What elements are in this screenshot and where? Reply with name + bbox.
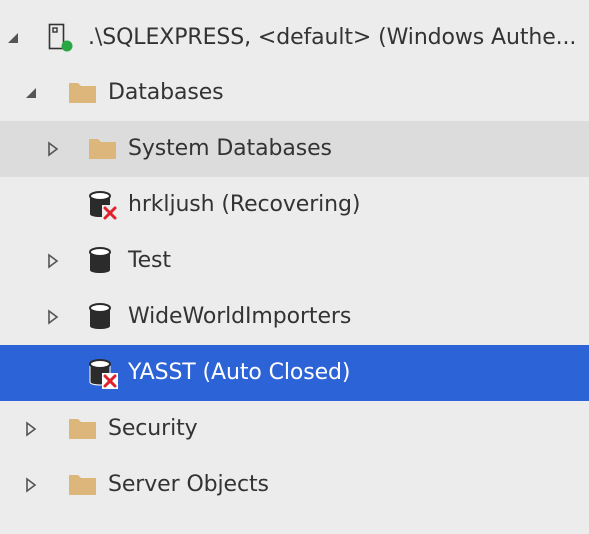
tree-item-server-objects[interactable]: Server Objects — [0, 457, 589, 513]
chevron-right-icon[interactable] — [22, 401, 40, 457]
database-icon — [88, 233, 122, 289]
tree-item-security[interactable]: Security — [0, 401, 589, 457]
tree-item-hrkljush[interactable]: hrkljush (Recovering) — [0, 177, 589, 233]
chevron-right-icon[interactable] — [44, 289, 62, 345]
server-connected-icon — [46, 10, 80, 66]
database-error-icon — [88, 345, 122, 401]
folder-icon — [68, 457, 102, 513]
tree-item-label: .\SQLEXPRESS, <default> (Windows Authe..… — [88, 25, 577, 50]
tree-item-label: System Databases — [128, 136, 332, 161]
database-error-icon — [88, 177, 122, 233]
tree-item-label: Databases — [108, 80, 224, 105]
tree-item-test[interactable]: Test — [0, 233, 589, 289]
tree-item-server[interactable]: .\SQLEXPRESS, <default> (Windows Authe..… — [0, 10, 589, 66]
chevron-down-icon[interactable] — [4, 10, 22, 66]
tree-item-databases[interactable]: Databases — [0, 65, 589, 121]
tree-item-label: WideWorldImporters — [128, 304, 352, 329]
chevron-down-icon[interactable] — [22, 65, 40, 121]
object-explorer-tree: .\SQLEXPRESS, <default> (Windows Authe..… — [0, 0, 589, 534]
folder-icon — [68, 401, 102, 457]
tree-item-label: Security — [108, 416, 198, 441]
tree-item-system-databases[interactable]: System Databases — [0, 121, 589, 177]
chevron-right-icon[interactable] — [22, 457, 40, 513]
folder-icon — [68, 65, 102, 121]
folder-icon — [88, 121, 122, 177]
tree-item-label: Server Objects — [108, 472, 269, 497]
tree-item-label: YASST (Auto Closed) — [128, 360, 351, 385]
tree-item-wideworldimporters[interactable]: WideWorldImporters — [0, 289, 589, 345]
tree-item-label: Test — [128, 248, 171, 273]
tree-item-yasst[interactable]: YASST (Auto Closed) — [0, 345, 589, 401]
chevron-right-icon[interactable] — [44, 121, 62, 177]
database-icon — [88, 289, 122, 345]
chevron-right-icon[interactable] — [44, 233, 62, 289]
tree-item-label: hrkljush (Recovering) — [128, 192, 361, 217]
